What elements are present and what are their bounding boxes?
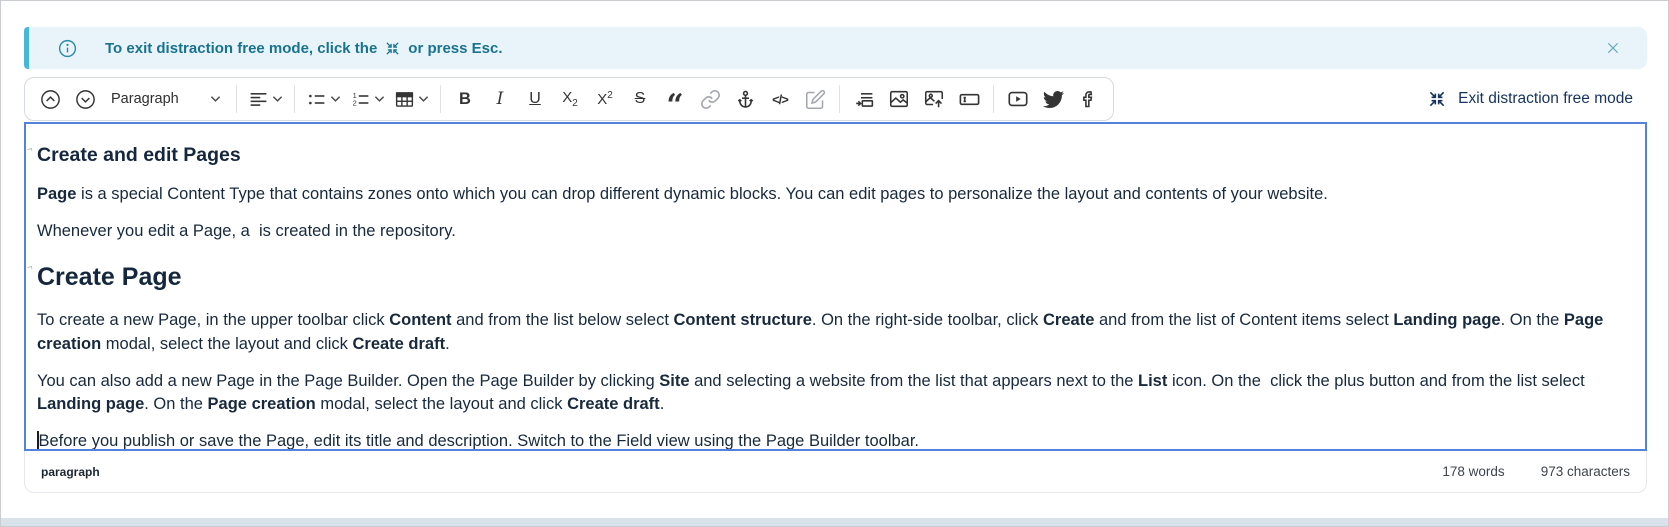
editor-content-area[interactable]: Create and edit Pages Page is a special … [24,122,1647,451]
twitter-button[interactable] [1038,84,1068,114]
numbered-list-icon: 1 2 [350,89,371,110]
toolbar-row: Paragraph [24,77,1647,121]
bulleted-list-icon [306,89,327,110]
character-count: 973 characters [1541,464,1630,479]
paragraph: You can also add a new Page in the Page … [37,370,1634,416]
editor-toolbar: Paragraph [24,77,1114,121]
numbered-list-button[interactable]: 1 2 [348,84,387,114]
image-icon [888,88,910,110]
video-icon [1007,88,1029,110]
paragraph: Whenever you edit a Page, a is created i… [37,220,1634,243]
banner-message: To exit distraction free mode, click the… [105,40,503,57]
bold-icon: B [459,90,471,109]
paragraph-style-dropdown[interactable]: Paragraph [105,84,227,114]
bottom-edge-strip [1,518,1668,526]
block-breadcrumb: paragraph [41,465,100,479]
paragraph: To create a new Page, in the upper toolb… [37,309,1634,355]
banner-text-after: or press Esc. [408,40,502,57]
chevron-down-icon [418,95,429,103]
notification-banner: To exit distraction free mode, click the… [24,27,1647,69]
toolbar-separator [839,85,840,113]
code-block-icon: </> [772,92,788,107]
chevron-down-icon [210,95,221,103]
chevron-down-circle-icon [74,88,97,111]
chevron-down-icon [272,95,283,103]
twitter-icon [1043,89,1064,110]
italic-button[interactable]: I [485,84,515,114]
move-block-down-button[interactable] [70,84,100,114]
edit-pencil-icon [805,89,826,110]
edit-button[interactable] [800,84,830,114]
heading-create-and-edit-pages: Create and edit Pages [37,142,1634,169]
link-icon [700,89,721,110]
banner-text-before: To exit distraction free mode, click the [105,40,377,57]
underline-button[interactable]: U [520,84,550,114]
facebook-button[interactable] [1073,84,1103,114]
chevron-up-circle-icon [39,88,62,111]
info-circle-icon [57,38,78,59]
collapse-icon [1427,89,1447,109]
word-count: 178 words [1442,464,1504,479]
toolbar-separator [236,85,237,113]
word-character-counts: 178 words 973 characters [1442,464,1630,479]
svg-text:2: 2 [353,98,357,107]
chevron-down-icon [374,95,385,103]
table-icon [394,89,415,110]
align-left-icon [248,89,269,110]
chevron-down-icon [330,95,341,103]
italic-icon: I [497,89,504,109]
block-quote-icon: “ [666,101,683,111]
subscript-button[interactable]: X2 [555,84,585,114]
upload-image-button[interactable] [919,84,949,114]
facebook-icon [1078,89,1098,109]
text-alignment-button[interactable] [246,84,285,114]
text-field-icon [958,88,981,111]
paragraph-style-value: Paragraph [111,91,179,107]
link-button[interactable] [695,84,725,114]
insert-block-button[interactable] [849,84,879,114]
strikethrough-button[interactable]: S [625,84,655,114]
exit-button-label: Exit distraction free mode [1458,90,1633,108]
toolbar-separator [440,85,441,113]
code-block-button[interactable]: </> [765,84,795,114]
distraction-free-editor: To exit distraction free mode, click the… [0,0,1669,527]
media-embed-button[interactable] [1003,84,1033,114]
superscript-icon: X2 [597,90,613,108]
insert-table-button[interactable] [392,84,431,114]
bold-button[interactable]: B [450,84,480,114]
editor-status-bar: paragraph 178 words 973 characters [24,451,1647,493]
heading-create-page: Create Page [37,260,1634,295]
block-quote-button[interactable]: “ [660,84,690,114]
anchor-button[interactable] [730,84,760,114]
insert-image-button[interactable] [884,84,914,114]
bulleted-list-button[interactable] [304,84,343,114]
superscript-button[interactable]: X2 [590,84,620,114]
underline-icon: U [529,90,541,108]
strikethrough-icon: S [635,90,646,108]
anchor-icon [735,89,756,110]
toolbar-separator [993,85,994,113]
insert-block-icon [854,89,875,110]
text-field-button[interactable] [954,84,984,114]
paragraph: Page is a special Content Type that cont… [37,183,1634,206]
exit-distraction-free-button[interactable]: Exit distraction free mode [1427,89,1647,109]
toolbar-separator [294,85,295,113]
image-upload-icon [923,88,945,110]
collapse-icon [384,40,401,57]
paragraph: Before you publish or save the Page, edi… [37,430,1634,451]
subscript-icon: X2 [562,89,578,109]
close-icon[interactable] [1601,36,1625,60]
move-block-up-button[interactable] [35,84,65,114]
